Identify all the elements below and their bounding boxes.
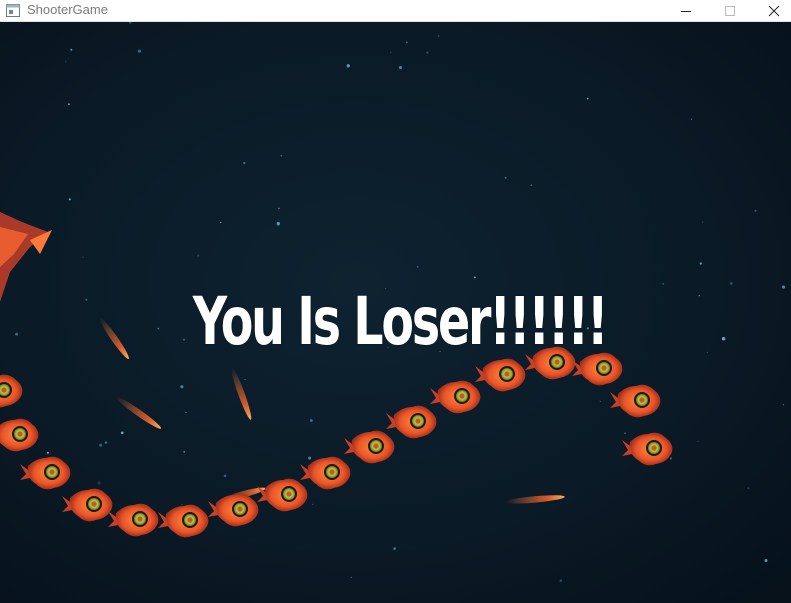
star xyxy=(308,456,312,460)
star xyxy=(67,103,70,106)
star xyxy=(82,256,84,258)
star xyxy=(669,457,673,460)
star xyxy=(180,385,184,389)
star xyxy=(781,285,786,289)
minimize-icon xyxy=(681,11,691,12)
star xyxy=(183,451,186,453)
title-bar[interactable]: ShooterGame xyxy=(0,0,791,22)
star xyxy=(706,351,708,353)
star xyxy=(473,276,476,279)
star xyxy=(764,558,768,563)
star xyxy=(244,379,246,381)
star xyxy=(782,404,785,406)
star xyxy=(312,503,314,506)
game-over-message: You Is Loser!!!!!! xyxy=(192,283,609,360)
star xyxy=(350,576,353,579)
star xyxy=(64,60,67,63)
star xyxy=(68,198,71,201)
star xyxy=(85,298,88,301)
star xyxy=(120,431,124,435)
star xyxy=(219,221,222,224)
star xyxy=(426,51,429,54)
star xyxy=(691,118,693,120)
star xyxy=(137,49,142,53)
star xyxy=(624,432,626,435)
star xyxy=(280,154,283,157)
star xyxy=(389,51,392,54)
star xyxy=(183,338,185,341)
star xyxy=(398,66,403,70)
star xyxy=(586,97,589,100)
game-window: ShooterGame You Is Loser!!!!!! xyxy=(0,0,791,603)
star xyxy=(754,209,757,212)
star xyxy=(662,282,665,285)
star xyxy=(417,266,419,268)
star xyxy=(276,221,280,226)
star xyxy=(197,254,200,257)
star xyxy=(278,207,280,210)
star xyxy=(46,451,49,454)
star xyxy=(559,579,563,582)
star xyxy=(15,332,19,336)
star xyxy=(223,474,227,478)
star xyxy=(698,294,701,297)
star xyxy=(309,419,313,422)
star xyxy=(699,262,702,265)
game-canvas[interactable]: You Is Loser!!!!!! xyxy=(0,22,791,603)
star xyxy=(97,481,101,485)
close-icon xyxy=(768,5,780,17)
star xyxy=(599,400,601,402)
star xyxy=(721,337,726,341)
star xyxy=(697,440,699,442)
star xyxy=(346,64,350,68)
star xyxy=(70,48,73,51)
minimize-button[interactable] xyxy=(664,0,708,22)
close-button[interactable] xyxy=(752,0,791,22)
star xyxy=(405,41,408,44)
star xyxy=(181,503,183,506)
star xyxy=(185,411,187,414)
star xyxy=(437,35,440,37)
star xyxy=(701,221,704,223)
star xyxy=(104,441,108,444)
star xyxy=(99,443,103,447)
star xyxy=(243,161,246,165)
star xyxy=(729,281,733,285)
star xyxy=(747,487,750,490)
app-icon xyxy=(6,4,20,17)
star xyxy=(530,184,533,186)
window-title: ShooterGame xyxy=(27,2,108,17)
maximize-icon xyxy=(725,6,735,16)
maximize-button[interactable] xyxy=(708,0,752,22)
star xyxy=(157,327,160,330)
star xyxy=(504,176,507,179)
star xyxy=(393,547,396,550)
